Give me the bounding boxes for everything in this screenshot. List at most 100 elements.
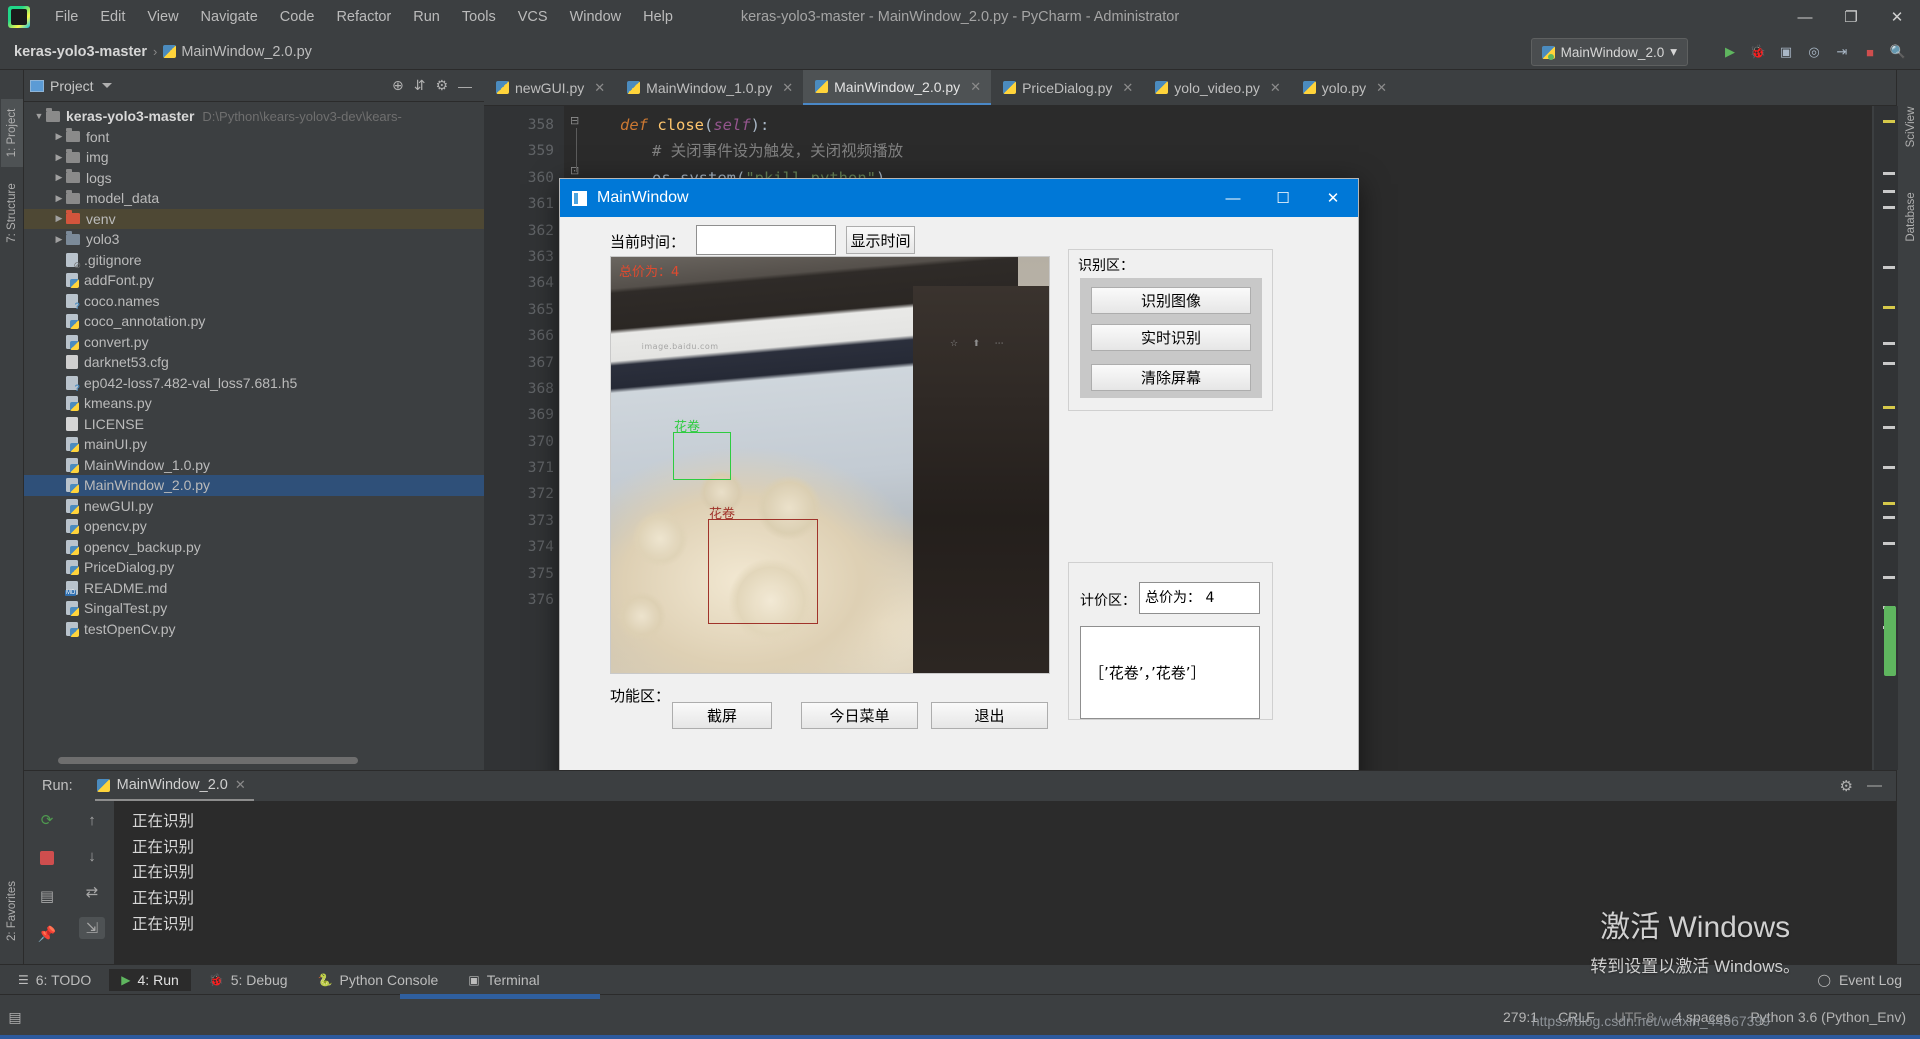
- menu-item-navigate[interactable]: Navigate: [190, 5, 269, 29]
- close-icon[interactable]: ✕: [235, 777, 246, 793]
- fold-marker-icon[interactable]: ⊟: [570, 114, 579, 127]
- error-stripe-mark[interactable]: [1883, 190, 1895, 193]
- toggle-toolwindows-icon[interactable]: ▤: [0, 1009, 30, 1026]
- tree-expand-arrow-icon[interactable]: ▶: [52, 152, 66, 163]
- debug-icon[interactable]: 🐞: [1746, 40, 1770, 64]
- tree-item[interactable]: testOpenCv.py: [24, 619, 484, 640]
- close-icon[interactable]: ✕: [594, 80, 605, 96]
- editor-tab[interactable]: yolo.py ✕: [1291, 70, 1397, 105]
- hide-icon[interactable]: —: [1867, 777, 1882, 795]
- error-stripe-mark[interactable]: [1883, 266, 1895, 269]
- error-stripe-mark[interactable]: [1883, 206, 1895, 209]
- run-tab-mainwindow[interactable]: MainWindow_2.0 ✕: [94, 771, 254, 801]
- attach-icon[interactable]: ⇥: [1830, 40, 1854, 64]
- tree-expand-arrow-icon[interactable]: ▶: [52, 193, 66, 204]
- menu-item-refactor[interactable]: Refactor: [325, 5, 402, 29]
- qt-mainwindow-dialog[interactable]: MainWindow — ☐ ✕ 当前时间： 显示时间 image.baidu.…: [559, 178, 1359, 819]
- exit-button[interactable]: 退出: [931, 702, 1048, 729]
- python-interpreter[interactable]: Python 3.6 (Python_Env): [1750, 1009, 1906, 1025]
- error-stripe-mark[interactable]: [1883, 362, 1895, 365]
- menu-item-vcs[interactable]: VCS: [507, 5, 559, 29]
- qt-minimize-icon[interactable]: —: [1208, 179, 1258, 217]
- gear-icon[interactable]: ⚙: [1840, 777, 1853, 795]
- editor-tab[interactable]: newGUI.py ✕: [484, 70, 615, 105]
- bottom-tab-terminal[interactable]: ▣ Terminal: [456, 969, 551, 991]
- run-configuration-selector[interactable]: MainWindow_2.0 ▾: [1530, 38, 1688, 66]
- error-stripe-mark[interactable]: [1883, 516, 1895, 519]
- pin-icon[interactable]: 📌: [34, 923, 60, 945]
- tree-item[interactable]: addFont.py: [24, 270, 484, 291]
- event-log-button[interactable]: ◯ Event Log: [1818, 972, 1920, 988]
- close-icon[interactable]: ✕: [1270, 80, 1281, 96]
- recognize-image-button[interactable]: 识别图像: [1091, 287, 1251, 314]
- menu-item-code[interactable]: Code: [269, 5, 326, 29]
- error-stripe-mark[interactable]: [1883, 172, 1895, 175]
- tree-expand-arrow-icon[interactable]: ▶: [52, 172, 66, 183]
- tree-item[interactable]: convert.py: [24, 332, 484, 353]
- qt-maximize-icon[interactable]: ☐: [1258, 179, 1308, 217]
- tree-item[interactable]: ▶ model_data: [24, 188, 484, 209]
- menu-item-view[interactable]: View: [136, 5, 189, 29]
- down-arrow-icon[interactable]: ↓: [79, 845, 105, 867]
- close-icon[interactable]: ✕: [1122, 80, 1133, 96]
- tree-item[interactable]: MainWindow_2.0.py: [24, 475, 484, 496]
- error-stripe-mark[interactable]: [1883, 542, 1895, 545]
- current-time-input[interactable]: [696, 225, 836, 255]
- menu-item-help[interactable]: Help: [632, 5, 684, 29]
- error-stripe-mark[interactable]: [1883, 120, 1895, 123]
- menu-item-run[interactable]: Run: [402, 5, 451, 29]
- tree-item[interactable]: ▶ yolo3: [24, 229, 484, 250]
- hide-icon[interactable]: —: [458, 78, 472, 94]
- error-stripe-mark[interactable]: [1883, 306, 1895, 309]
- menu-item-file[interactable]: File: [44, 5, 89, 29]
- tree-item[interactable]: darknet53.cfg: [24, 352, 484, 373]
- search-everywhere-icon[interactable]: 🔍: [1886, 40, 1910, 64]
- stop-icon[interactable]: ■: [1858, 40, 1882, 64]
- error-stripe-mark[interactable]: [1883, 576, 1895, 579]
- tree-expand-arrow-icon[interactable]: ▼: [32, 111, 46, 121]
- sidebar-item-favorites[interactable]: 2: Favorites: [1, 877, 23, 945]
- close-icon[interactable]: ✕: [1874, 0, 1920, 34]
- total-price-field[interactable]: 总价为： 4: [1139, 582, 1260, 614]
- close-icon[interactable]: ✕: [1376, 80, 1387, 96]
- fold-marker-icon[interactable]: ⊡: [570, 164, 579, 177]
- stop-icon[interactable]: [34, 847, 60, 869]
- tree-expand-arrow-icon[interactable]: ▶: [52, 234, 66, 245]
- project-horizontal-scrollbar[interactable]: [58, 757, 358, 764]
- scroll-to-end-icon[interactable]: ⇲: [79, 917, 105, 939]
- gear-icon[interactable]: ⚙: [435, 77, 448, 94]
- screenshot-button[interactable]: 截屏: [672, 702, 772, 729]
- error-stripe-mark[interactable]: [1883, 466, 1895, 469]
- sidebar-item-structure[interactable]: 7: Structure: [1, 179, 23, 247]
- tree-item[interactable]: MainWindow_1.0.py: [24, 455, 484, 476]
- collapse-all-icon[interactable]: ⇵: [414, 77, 426, 94]
- bottom-tab-5-debug[interactable]: 🐞 5: Debug: [197, 969, 300, 991]
- bottom-tab-python-console[interactable]: 🐍 Python Console: [306, 969, 451, 991]
- menu-item-edit[interactable]: Edit: [89, 5, 136, 29]
- qt-close-icon[interactable]: ✕: [1308, 179, 1358, 217]
- video-preview[interactable]: image.baidu.com ☆ ⬆ ⋯ 总价为：4 花卷 花卷: [610, 256, 1050, 674]
- tree-item[interactable]: README.md: [24, 578, 484, 599]
- tree-item[interactable]: opencv_backup.py: [24, 537, 484, 558]
- breadcrumb-root[interactable]: keras-yolo3-master: [14, 44, 147, 60]
- editor-error-stripe[interactable]: [1874, 106, 1898, 770]
- tree-item[interactable]: ▶ venv: [24, 208, 484, 229]
- tree-item[interactable]: ▶ logs: [24, 168, 484, 189]
- menu-item-window[interactable]: Window: [559, 5, 633, 29]
- error-stripe-mark[interactable]: [1883, 502, 1895, 505]
- editor-tab[interactable]: PriceDialog.py ✕: [991, 70, 1143, 105]
- close-icon[interactable]: ✕: [970, 79, 981, 95]
- tree-item[interactable]: mainUI.py: [24, 434, 484, 455]
- tree-item[interactable]: opencv.py: [24, 516, 484, 537]
- tree-item[interactable]: ▶ font: [24, 127, 484, 148]
- locate-icon[interactable]: ⊕: [392, 77, 404, 94]
- editor-tab[interactable]: yolo_video.py ✕: [1143, 70, 1291, 105]
- error-stripe-mark[interactable]: [1883, 426, 1895, 429]
- tree-item[interactable]: kmeans.py: [24, 393, 484, 414]
- tree-item[interactable]: ep042-loss7.482-val_loss7.681.h5: [24, 373, 484, 394]
- scrollbar-thumb[interactable]: [1884, 606, 1896, 676]
- tree-item[interactable]: .gitignore: [24, 250, 484, 271]
- tree-expand-arrow-icon[interactable]: ▶: [52, 213, 66, 224]
- tree-item[interactable]: SingalTest.py: [24, 598, 484, 619]
- sidebar-item-sciview[interactable]: SciView: [1900, 93, 1920, 161]
